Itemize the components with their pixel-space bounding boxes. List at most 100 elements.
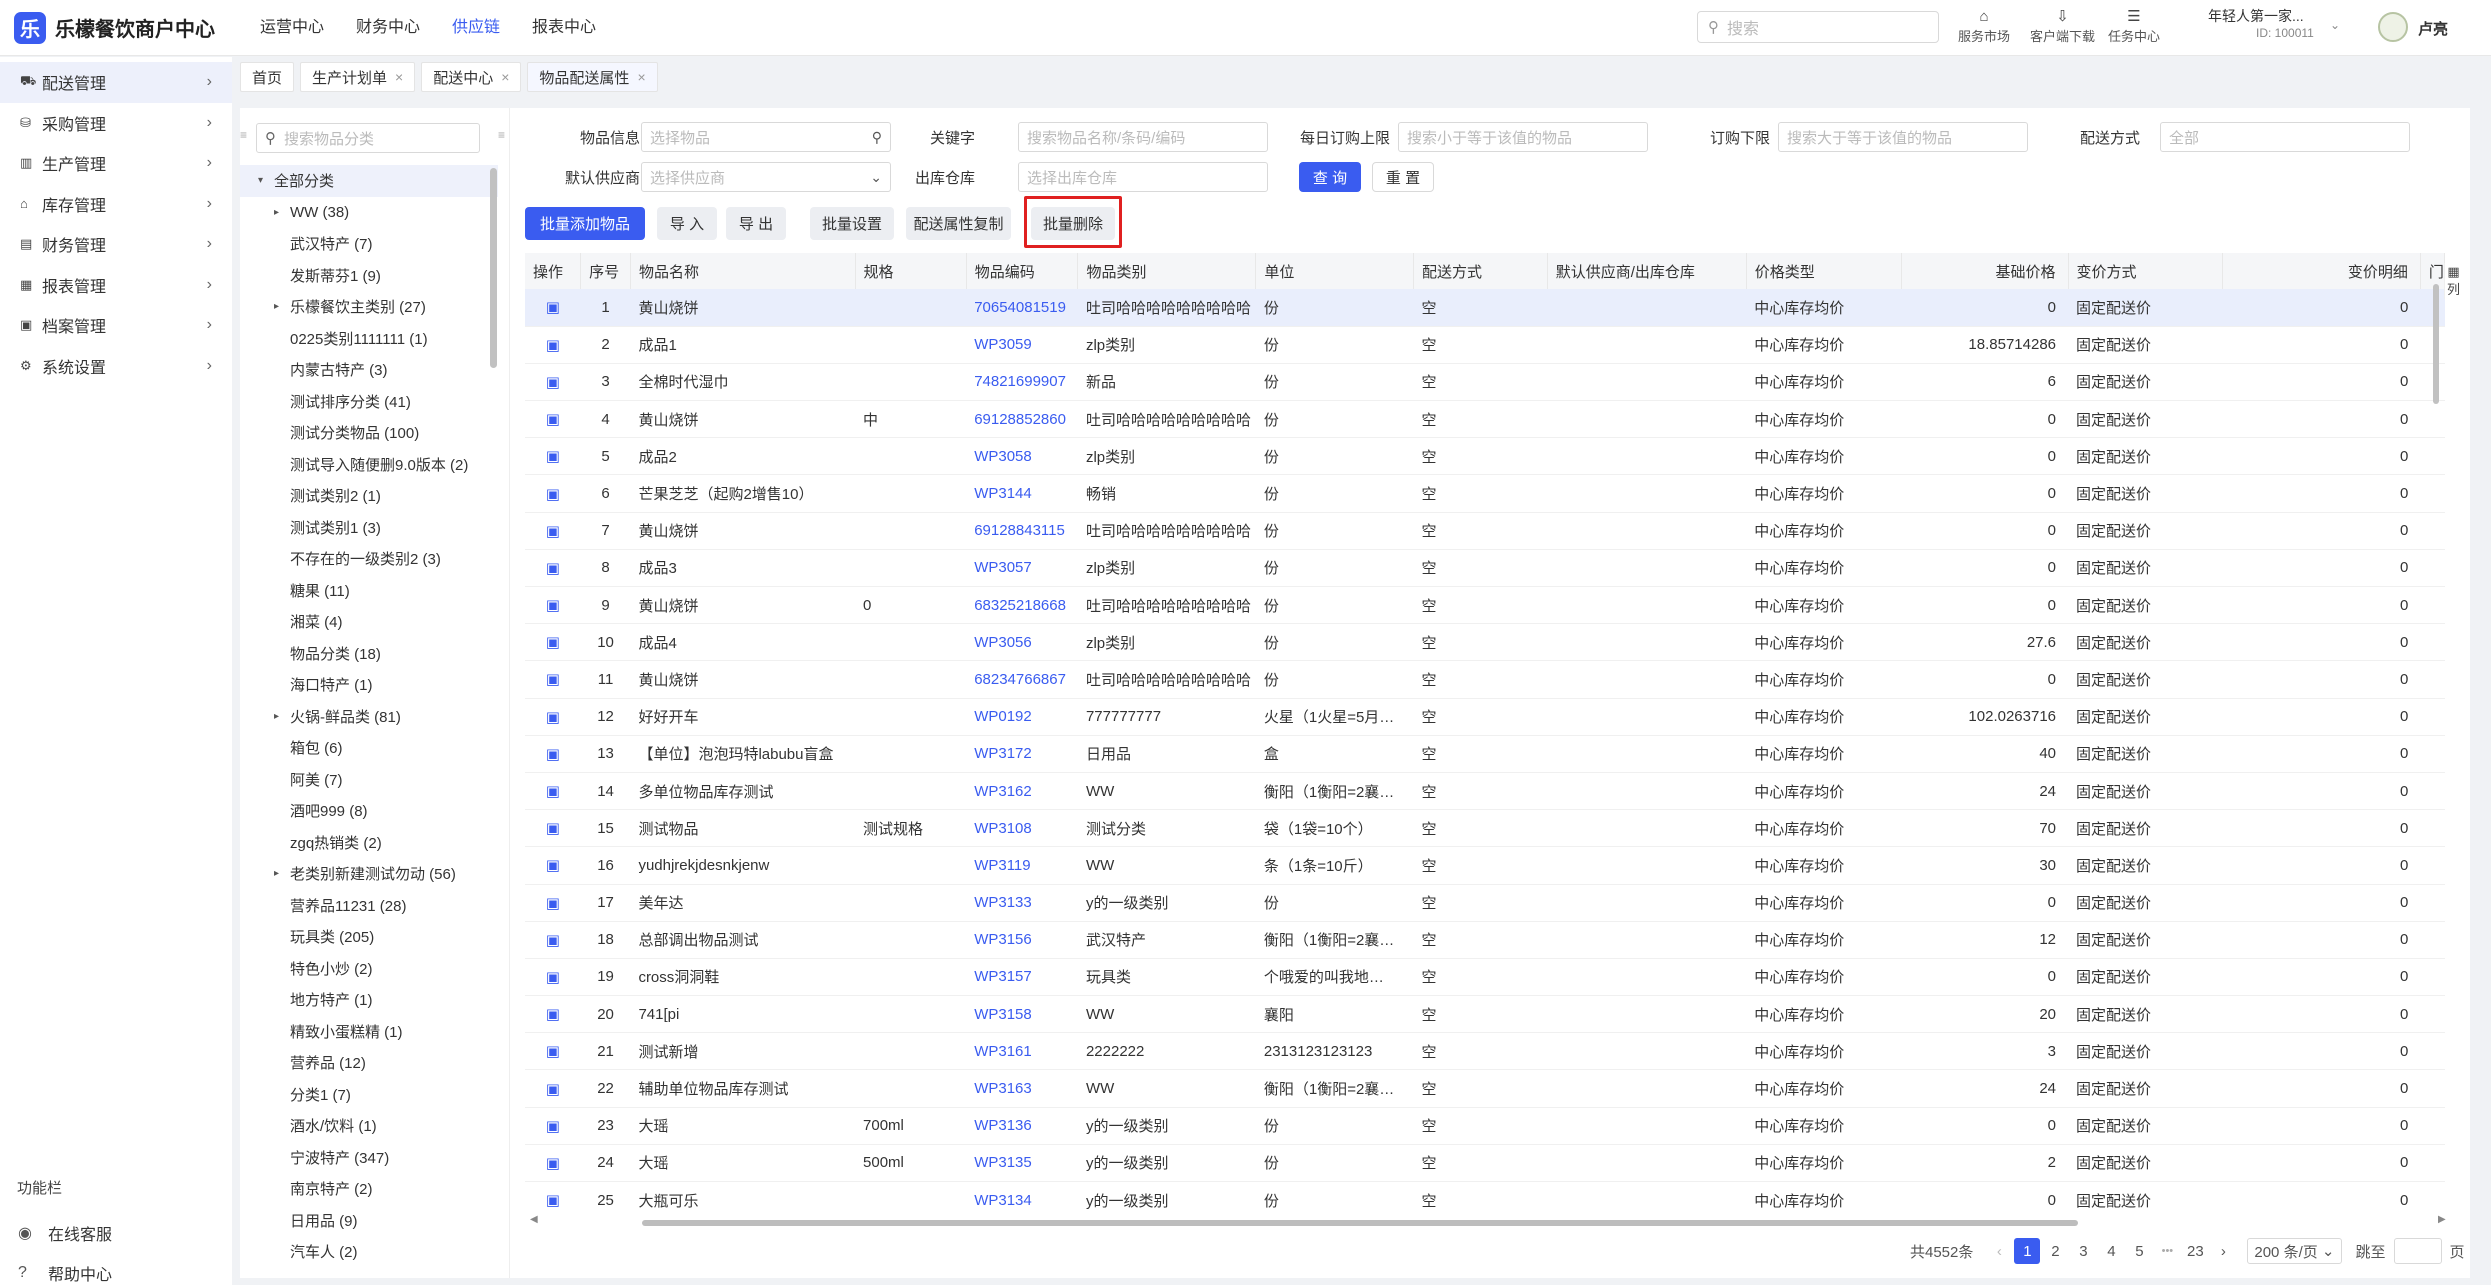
sidebar-footer-item[interactable]: ? 帮助中心 <box>18 1261 112 1285</box>
table-row[interactable]: ▣ 10 成品4 WP3056 zlp类别份空 中心库存均价 27.6 固定配送价 0 <box>525 623 2445 662</box>
copy-delivery-attr-button[interactable]: 配送属性复制 <box>906 207 1011 240</box>
delete-icon[interactable]: ▣ <box>546 448 560 465</box>
table-row[interactable]: ▣ 25 大瓶可乐 WP3134 y的一级类别份空中心库存均价 0 固定配送价 0 <box>525 1181 2445 1213</box>
item-code-link[interactable]: WP3163 <box>974 1080 1032 1097</box>
page-tab[interactable]: 物品配送属性 × <box>527 62 658 92</box>
column-header[interactable]: 物品编码 <box>966 253 1079 289</box>
tree-node[interactable]: ▸ 火锅-鲜品类 (81) <box>240 701 498 733</box>
delete-icon[interactable]: ▣ <box>546 1118 560 1135</box>
page-size-select[interactable]: 200 条/页 ⌄ <box>2247 1238 2342 1264</box>
column-header[interactable]: 变价明细 <box>2222 253 2421 289</box>
item-code-link[interactable]: WP3172 <box>974 745 1032 762</box>
column-header[interactable]: 物品类别 <box>1077 253 1257 289</box>
caret-right-icon[interactable]: ▸ <box>274 301 290 312</box>
page-number[interactable]: 4 <box>2098 1238 2124 1264</box>
sidebar-footer-item[interactable]: ◉ 在线客服 <box>18 1221 112 1245</box>
item-code-link[interactable]: WP3135 <box>974 1154 1032 1171</box>
query-button[interactable]: 查 询 <box>1299 162 1361 192</box>
item-code-link[interactable]: WP3162 <box>974 783 1032 800</box>
delete-icon[interactable]: ▣ <box>546 486 560 503</box>
column-header[interactable]: 物品名称 <box>630 253 856 289</box>
tree-node[interactable]: 地方特产 (1) <box>240 984 498 1016</box>
warehouse-select[interactable]: 选择出库仓库 <box>1018 162 1268 192</box>
item-code-link[interactable]: 69128843115 <box>974 522 1065 539</box>
topnav-item[interactable]: 供应链 <box>452 0 500 56</box>
sidebar-item[interactable]: ▣ 档案管理 › <box>0 305 232 346</box>
collapse-left-icon[interactable]: ≡ <box>240 128 247 142</box>
table-row[interactable]: ▣ 16 yudhjrekjdesnkjenw WP3119 WW 条（1条=10斤）空 中… <box>525 846 2445 885</box>
caret-right-icon[interactable]: ▸ <box>274 868 290 879</box>
delete-icon[interactable]: ▣ <box>546 709 560 726</box>
pagination-ellipsis[interactable]: ••• <box>2154 1238 2180 1264</box>
page-number[interactable]: 5 <box>2126 1238 2152 1264</box>
avatar[interactable] <box>2378 12 2408 42</box>
close-icon[interactable]: × <box>637 69 645 85</box>
close-icon[interactable]: × <box>501 69 509 85</box>
caret-right-icon[interactable]: ▸ <box>274 711 290 722</box>
item-code-link[interactable]: WP3108 <box>974 820 1032 837</box>
table-row[interactable]: ▣ 12 好好开车 WP0192 777777777 火星（1火星=5月… 空 中心库存均价 1… <box>525 698 2445 736</box>
global-search-input[interactable]: ⚲ 搜索 <box>1697 11 1939 43</box>
org-switcher[interactable]: 年轻人第一家... ID: 100011 ⌄ <box>2208 6 2340 40</box>
user-name[interactable]: 卢亮 <box>2418 18 2448 39</box>
topnav-item[interactable]: 财务中心 <box>356 0 420 56</box>
delete-icon[interactable]: ▣ <box>546 820 560 837</box>
toolbar-client-download[interactable]: ⇩ 客户端下载 <box>2030 8 2095 45</box>
export-button[interactable]: 导 出 <box>726 207 786 240</box>
item-code-link[interactable]: WP3144 <box>974 485 1032 502</box>
app-logo[interactable]: 乐 乐檬餐饮商户中心 <box>14 11 234 44</box>
page-tab[interactable]: 生产计划单 × <box>300 62 416 92</box>
column-header[interactable]: 价格类型 <box>1746 253 1902 289</box>
column-settings[interactable]: ▦ 列 <box>2444 263 2462 299</box>
table-row[interactable]: ▣ 24 大瑶 500ml WP3135 y的一级类别份空 中心库存均价 2 固定配送价 0 <box>525 1144 2445 1183</box>
table-row[interactable]: ▣ 22 辅助单位物品库存测试 WP3163 WW 衡阳（1衡阳=2襄… 空 中心库存均价 24… <box>525 1069 2445 1108</box>
item-code-link[interactable]: WP3158 <box>974 1006 1032 1023</box>
column-header[interactable]: 默认供应商/出库仓库 <box>1547 253 1747 289</box>
item-code-link[interactable]: WP3057 <box>974 559 1032 576</box>
tree-node[interactable]: 测试排序分类 (41) <box>240 386 498 418</box>
table-row[interactable]: ▣ 20 741[pi WP3158 WW 襄阳空中心库存均价 20 固定配送价 0 <box>525 995 2445 1034</box>
item-code-link[interactable]: 68234766867 <box>974 671 1066 688</box>
table-row[interactable]: ▣ 18 总部调出物品测试 WP3156 武汉特产 衡阳（1衡阳=2襄… 空 中心库存均价 12… <box>525 921 2445 959</box>
close-icon[interactable]: × <box>395 69 403 85</box>
table-row[interactable]: ▣ 8 成品3 WP3057 zlp类别份空中心库存均价 0 固定配送价 0 <box>525 549 2445 588</box>
tree-node[interactable]: ▸ WW (38) <box>240 197 498 229</box>
table-row[interactable]: ▣ 4 黄山烧饼中 69128852860 吐司哈哈哈哈哈哈哈哈哈份空中心库存均价 0 固定… <box>525 400 2445 439</box>
collapse-right-icon[interactable]: ≡ <box>498 128 505 142</box>
tree-node[interactable]: 特色小炒 (2) <box>240 953 498 985</box>
sidebar-item[interactable]: ⚙ 系统设置 › <box>0 346 232 387</box>
delete-icon[interactable]: ▣ <box>546 932 560 949</box>
delete-icon[interactable]: ▣ <box>546 783 560 800</box>
caret-right-icon[interactable]: ▸ <box>274 207 290 218</box>
item-code-link[interactable]: WP3161 <box>974 1043 1032 1060</box>
tree-node[interactable]: 营养品11231 (28) <box>240 890 498 922</box>
page-number[interactable]: 1 <box>2014 1238 2041 1264</box>
daily-max-input[interactable]: 搜索小于等于该值的物品 <box>1398 122 1648 152</box>
column-header[interactable]: 序号 <box>580 253 631 289</box>
delete-icon[interactable]: ▣ <box>546 560 560 577</box>
column-header[interactable]: 单位 <box>1255 253 1414 289</box>
delete-icon[interactable]: ▣ <box>546 969 560 986</box>
scroll-left-icon[interactable]: ◀ <box>530 1214 538 1225</box>
table-row[interactable]: ▣ 19 cross洞洞鞋 WP3157 玩具类 个哦爱的叫我地… 空中心库存均价 0 固定配送… <box>525 958 2445 997</box>
item-code-link[interactable]: WP3157 <box>974 968 1032 985</box>
sidebar-item[interactable]: ⛁ 采购管理 › <box>0 103 232 144</box>
page-last[interactable]: 23 <box>2182 1238 2208 1264</box>
delete-icon[interactable]: ▣ <box>546 597 560 614</box>
page-number[interactable]: 3 <box>2070 1238 2096 1264</box>
tree-node[interactable]: ▸ 老类别新建测试勿动 (56) <box>240 858 498 890</box>
delete-icon[interactable]: ▣ <box>546 374 560 391</box>
delete-icon[interactable]: ▣ <box>546 1155 560 1172</box>
table-row[interactable]: ▣ 6 芒果芝芝（起购2增售10） WP3144 畅销份空中心库存均价 0 固定配送价 0 <box>525 474 2445 513</box>
delete-icon[interactable]: ▣ <box>546 337 560 354</box>
tree-node[interactable]: 内蒙古特产 (3) <box>240 354 498 386</box>
item-code-link[interactable]: 68325218668 <box>974 597 1066 614</box>
delete-icon[interactable]: ▣ <box>546 523 560 540</box>
column-header[interactable]: 变价方式 <box>2068 253 2224 289</box>
column-header[interactable]: 配送方式 <box>1413 253 1548 289</box>
table-row[interactable]: ▣ 5 成品2 WP3058 zlp类别份空中心库存均价 0 固定配送价 0 <box>525 437 2445 476</box>
sidebar-item[interactable]: ▦ 报表管理 › <box>0 265 232 306</box>
delete-icon[interactable]: ▣ <box>546 634 560 651</box>
table-row[interactable]: ▣ 11 黄山烧饼 68234766867 吐司哈哈哈哈哈哈哈哈哈份空中心库存均价 0 固定… <box>525 660 2445 699</box>
topnav-item[interactable]: 报表中心 <box>532 0 596 56</box>
